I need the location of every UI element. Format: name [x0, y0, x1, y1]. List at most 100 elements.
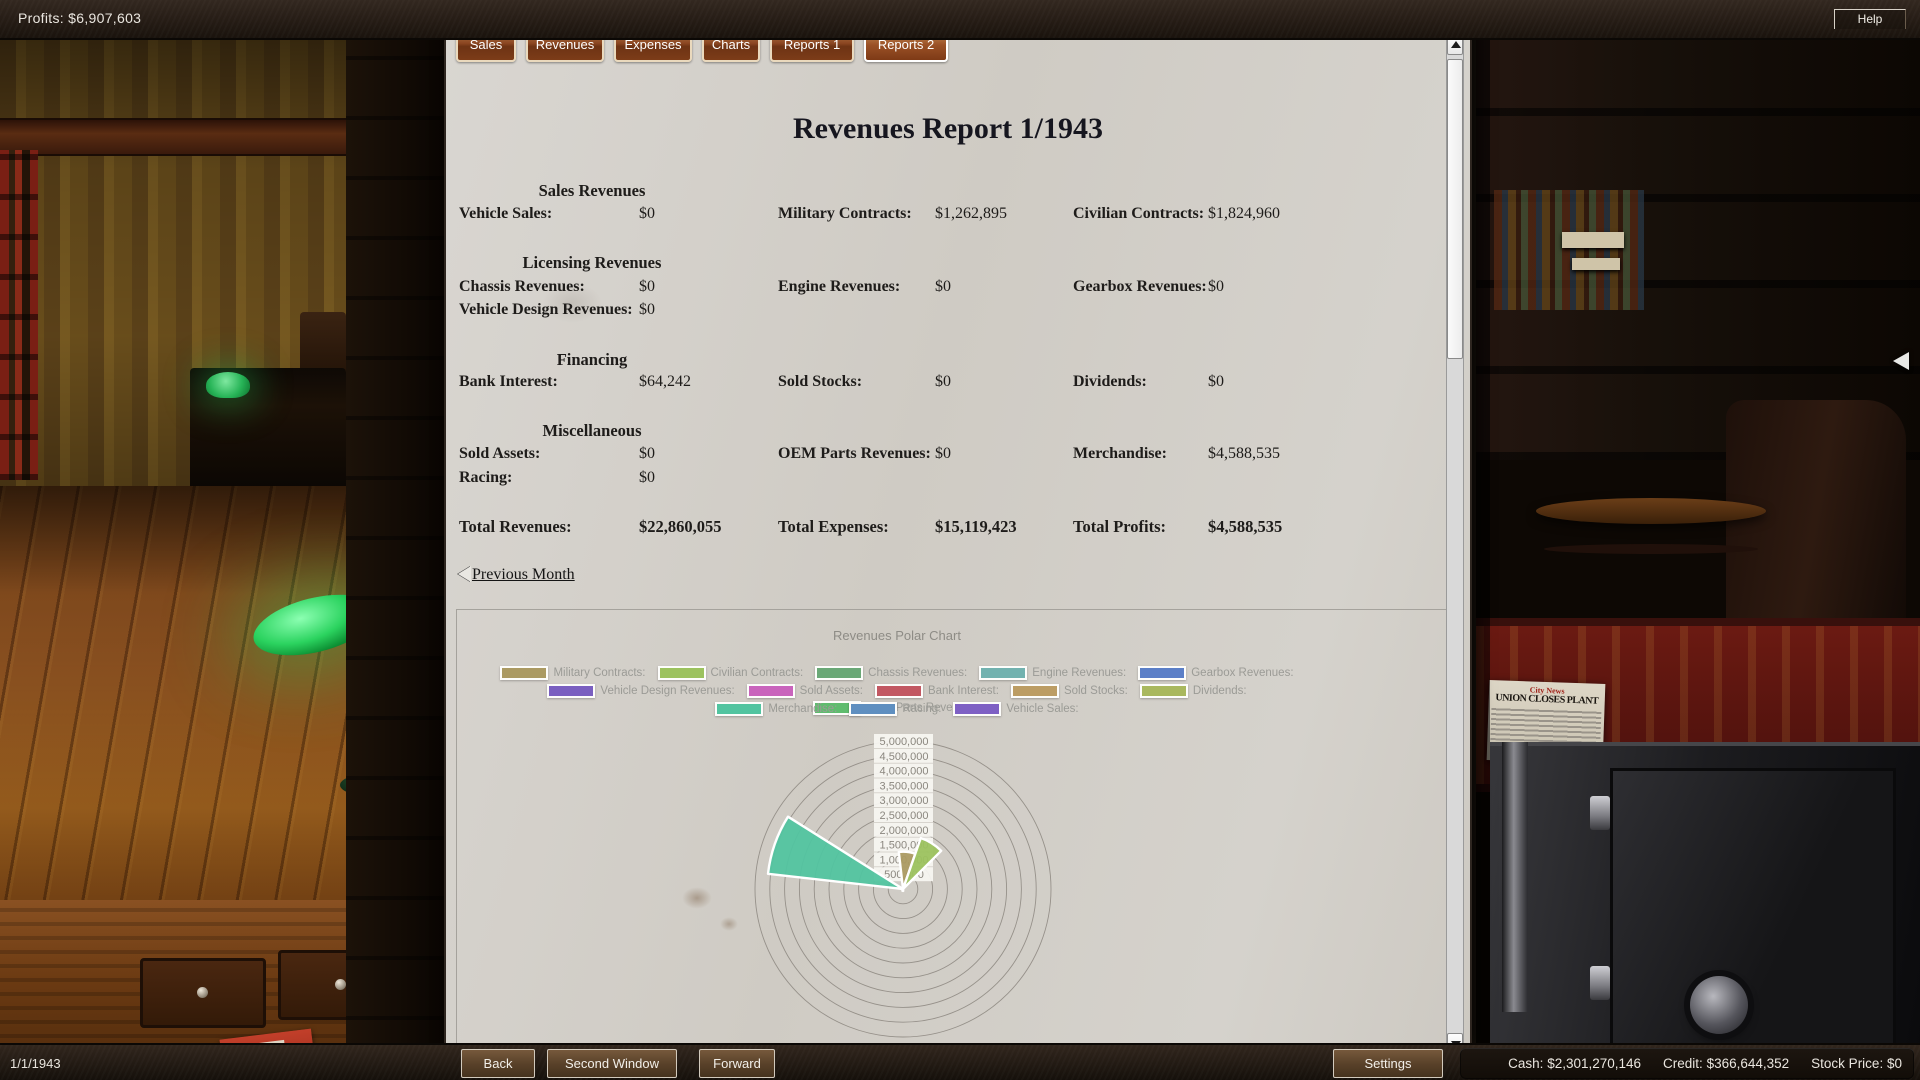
row-label: Civilian Contracts:: [1073, 205, 1204, 223]
svg-text:2,500,000: 2,500,000: [880, 810, 929, 822]
legend-swatch: [815, 666, 863, 680]
wall-frieze: [0, 118, 360, 156]
row-value: $0: [639, 205, 655, 223]
legend-item: Engine Revenues:: [979, 666, 1126, 680]
legend-item: Chassis Revenues:: [815, 666, 967, 680]
row-label: Gearbox Revenues:: [1073, 278, 1207, 296]
legend-item: Sold Stocks:: [1011, 684, 1128, 698]
legend-swatch: [1011, 684, 1059, 698]
paper-stack: [1562, 232, 1624, 248]
drawer-knob: [197, 987, 208, 998]
safe-dial: [1690, 976, 1748, 1034]
cash-label: Cash:: [1508, 1056, 1543, 1071]
report-row: Chassis Revenues:$0Engine Revenues:$0Gea…: [446, 278, 1470, 300]
reports-window: Reports SalesRevenuesExpensesChartsRepor…: [444, 0, 1472, 1046]
legend-item: Dividends:: [1140, 684, 1247, 698]
scrollbar-track[interactable]: [1446, 30, 1464, 1058]
previous-month-arrow-icon: [458, 566, 471, 582]
legend-swatch: [979, 666, 1027, 680]
room-right-wall: City News UNION CLOSES PLANT: [1476, 0, 1920, 1080]
game-date: 1/1/1943: [10, 1056, 61, 1071]
row-label: Bank Interest:: [459, 373, 558, 391]
credit-value: $366,644,352: [1707, 1056, 1790, 1071]
svg-text:4,500,000: 4,500,000: [880, 751, 929, 763]
newspaper-headline: UNION CLOSES PLANT: [1492, 693, 1602, 707]
row-label: Racing:: [459, 469, 512, 487]
profits-readout: Profits: $6,907,603: [18, 10, 141, 26]
row-value: $0: [935, 373, 951, 391]
row-value: $1,262,895: [935, 205, 1007, 223]
table-lamp: [206, 372, 250, 398]
radio: [300, 312, 346, 374]
row-label: Vehicle Sales:: [459, 205, 552, 223]
legend-item: Merchandise:: [715, 702, 837, 716]
safe-hinge-column: [1502, 742, 1528, 1012]
dark-cabinet: [346, 0, 444, 1080]
row-value: $0: [935, 445, 951, 463]
row-label: Chassis Revenues:: [459, 278, 585, 296]
legend-swatch: [849, 702, 897, 716]
legend-label: Engine Revenues:: [1032, 667, 1126, 679]
row-value: $0: [639, 301, 655, 319]
report-row: Sold Assets:$0OEM Parts Revenues:$0Merch…: [446, 445, 1470, 467]
row-label: Total Expenses:: [778, 517, 889, 537]
legend-label: Sold Assets:: [800, 685, 863, 697]
desk-drawer: [140, 958, 266, 1028]
book-spines: [1494, 190, 1644, 310]
report-paper: SalesRevenuesExpensesChartsReports 1Repo…: [446, 15, 1470, 1046]
legend-label: Vehicle Sales:: [1006, 703, 1078, 715]
safe: [1490, 742, 1920, 1080]
second-window-button[interactable]: Second Window: [547, 1049, 677, 1078]
chart-title: Revenues Polar Chart: [457, 628, 1337, 643]
previous-month-link[interactable]: Previous Month: [458, 566, 575, 584]
cash-value: $2,301,270,146: [1547, 1056, 1641, 1071]
chart-legend-row: Merchandise: Racing: Vehicle Sales:: [457, 702, 1337, 719]
profits-value: $6,907,603: [68, 10, 141, 26]
report-row: Vehicle Design Revenues: $0: [446, 301, 1470, 323]
stock-label: Stock Price:: [1811, 1056, 1883, 1071]
legend-label: Merchandise:: [768, 703, 837, 715]
legend-swatch: [500, 666, 548, 680]
legend-label: Racing:: [902, 703, 941, 715]
settings-button[interactable]: Settings: [1333, 1049, 1443, 1078]
row-value: $0: [639, 469, 655, 487]
legend-swatch: [658, 666, 706, 680]
legend-label: Military Contracts:: [553, 667, 645, 679]
paper-stack: [1572, 258, 1620, 270]
row-value: $0: [1208, 278, 1224, 296]
cash-readout: Cash: $2,301,270,146: [1508, 1056, 1641, 1071]
row-value: $0: [935, 278, 951, 296]
legend-item: Bank Interest:: [875, 684, 999, 698]
legend-swatch: [715, 702, 763, 716]
row-value: $22,860,055: [639, 517, 722, 537]
legend-label: Vehicle Design Revenues:: [600, 685, 734, 697]
scrollbar-thumb[interactable]: [1447, 59, 1463, 359]
row-value: $4,588,535: [1208, 517, 1282, 537]
row-value: $64,242: [639, 373, 691, 391]
room-left-wall: [0, 0, 444, 1080]
report-row: Racing: $0: [446, 469, 1470, 491]
row-value: $15,119,423: [935, 517, 1017, 537]
side-panel-arrow-icon[interactable]: [1893, 352, 1909, 370]
help-button[interactable]: Help: [1834, 9, 1906, 29]
safe-hinge: [1590, 966, 1610, 1000]
section-heading: Sales Revenues: [459, 181, 725, 201]
polar-chart-panel: Revenues Polar Chart Military Contracts:…: [456, 609, 1448, 1046]
section-heading: Financing: [459, 350, 725, 370]
credit-label: Credit:: [1663, 1056, 1703, 1071]
legend-swatch: [747, 684, 795, 698]
legend-item: Racing:: [849, 702, 941, 716]
legend-label: Sold Stocks:: [1064, 685, 1128, 697]
forward-button[interactable]: Forward: [699, 1049, 775, 1078]
legend-swatch: [875, 684, 923, 698]
stock-readout: Stock Price: $0: [1811, 1056, 1902, 1071]
legend-item: Vehicle Sales:: [953, 702, 1078, 716]
safe-door: [1610, 768, 1896, 1074]
legend-label: Bank Interest:: [928, 685, 999, 697]
chart-legend-row: Military Contracts:Civilian Contracts:Ch…: [457, 666, 1337, 683]
profits-label: Profits:: [18, 10, 64, 26]
finance-readout: Cash: $2,301,270,146 Credit: $366,644,35…: [1460, 1048, 1914, 1079]
svg-text:4,000,000: 4,000,000: [880, 766, 929, 778]
row-label: Vehicle Design Revenues:: [459, 301, 633, 319]
back-button[interactable]: Back: [461, 1049, 535, 1078]
